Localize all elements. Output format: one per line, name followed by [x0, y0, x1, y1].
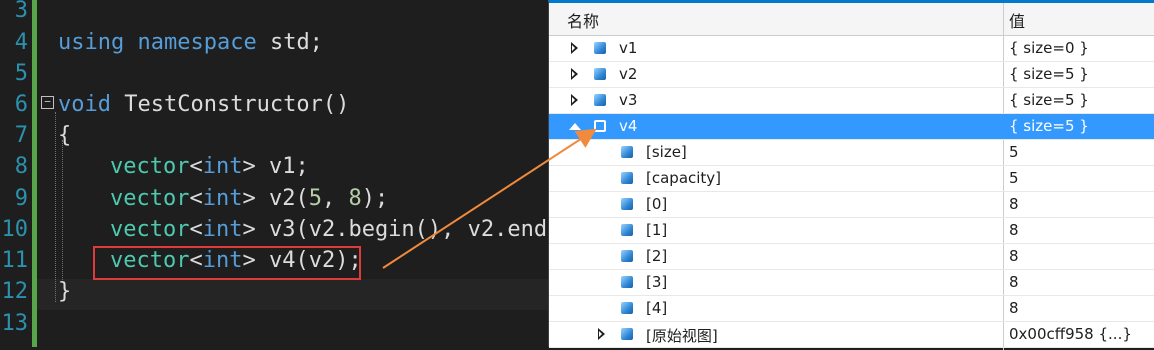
variable-icon: [594, 68, 606, 80]
line-number: 12: [1, 279, 29, 304]
code-line-9[interactable]: vector<int> v2(5, 8);: [110, 183, 388, 214]
current-line-highlight: [37, 279, 557, 310]
code-line-12[interactable]: }: [58, 276, 71, 307]
expand-arrow-icon[interactable]: [598, 328, 605, 340]
watch-name: v4: [619, 117, 638, 135]
variable-icon: [621, 146, 633, 158]
line-number: 9: [14, 186, 28, 211]
line-number: 6: [14, 92, 28, 117]
variable-icon: [594, 94, 606, 106]
watch-value[interactable]: 8: [1009, 221, 1019, 239]
line-number: 5: [14, 61, 28, 86]
minus-icon: −: [44, 95, 51, 108]
watch-value[interactable]: { size=5 }: [1009, 91, 1089, 109]
variable-icon: [594, 42, 606, 54]
watch-name: [原始视图]: [646, 327, 718, 345]
watch-row-index-1[interactable]: [1] 8: [549, 218, 1154, 244]
line-number: 7: [14, 123, 28, 148]
line-number: 3: [14, 0, 28, 23]
annotation-highlight-box: [93, 246, 361, 280]
variable-icon: [621, 250, 633, 262]
watch-row-index-4[interactable]: [4] 8: [549, 296, 1154, 322]
watch-value[interactable]: 8: [1009, 273, 1019, 291]
collapse-toggle[interactable]: −: [41, 96, 54, 109]
watch-row-v4[interactable]: v4 { size=5 }: [549, 114, 1154, 140]
watch-name: v3: [619, 91, 638, 109]
watch-name: [2]: [646, 247, 668, 265]
watch-value[interactable]: 8: [1009, 247, 1019, 265]
expand-arrow-icon[interactable]: [571, 94, 578, 106]
watch-row-index-0[interactable]: [0] 8: [549, 192, 1154, 218]
watch-value[interactable]: 5: [1009, 169, 1019, 187]
watch-name: v2: [619, 65, 638, 83]
watch-row-capacity[interactable]: [capacity] 5: [549, 166, 1154, 192]
variable-icon: [621, 302, 633, 314]
watch-row-v2[interactable]: v2 { size=5 }: [549, 62, 1154, 88]
variable-icon: [621, 198, 633, 210]
code-line-10[interactable]: vector<int> v3(v2.begin(), v2.end(: [110, 214, 560, 245]
variable-icon: [621, 276, 633, 288]
watch-row-v1[interactable]: v1 { size=0 }: [549, 36, 1154, 62]
expand-arrow-icon[interactable]: [571, 68, 578, 80]
watch-row-raw-view[interactable]: [原始视图] 0x00cff958 {...}: [549, 322, 1154, 348]
watch-value[interactable]: { size=5 }: [1009, 117, 1089, 135]
expand-arrow-icon[interactable]: [571, 42, 578, 54]
watch-name: [size]: [646, 143, 687, 161]
watch-row-index-2[interactable]: [2] 8: [549, 244, 1154, 270]
watch-row-size[interactable]: [size] 5: [549, 140, 1154, 166]
column-header-name[interactable]: 名称: [567, 8, 599, 32]
watch-header: 名称 值: [549, 3, 1154, 36]
variable-icon: [594, 120, 606, 132]
watch-value[interactable]: { size=5 }: [1009, 65, 1089, 83]
code-line-4[interactable]: using namespace std;: [58, 27, 323, 58]
variable-icon: [621, 328, 633, 340]
watch-name: [3]: [646, 273, 668, 291]
line-number: 8: [14, 154, 28, 179]
watch-row-index-3[interactable]: [3] 8: [549, 270, 1154, 296]
code-line-7[interactable]: {: [58, 120, 71, 151]
watch-value[interactable]: { size=0 }: [1009, 39, 1089, 57]
line-number: 11: [1, 248, 29, 273]
line-number: 4: [14, 30, 28, 55]
indent-guide: [62, 140, 63, 280]
watch-name: v1: [619, 39, 638, 57]
code-line-6[interactable]: void TestConstructor(): [58, 89, 349, 120]
watch-value[interactable]: 8: [1009, 299, 1019, 317]
code-line-8[interactable]: vector<int> v1;: [110, 151, 309, 182]
watch-window[interactable]: 名称 值 v1 { size=0 } v2 { size=5 } v3 { si…: [548, 0, 1154, 350]
watch-name: [4]: [646, 299, 668, 317]
line-number: 13: [1, 311, 29, 336]
line-number-gutter: 3 4 5 6 7 8 9 10 11 12 13: [0, 0, 32, 347]
watch-value[interactable]: 8: [1009, 195, 1019, 213]
variable-icon: [621, 172, 633, 184]
variable-icon: [621, 224, 633, 236]
watch-value[interactable]: 0x00cff958 {...}: [1009, 325, 1132, 343]
watch-name: [1]: [646, 221, 668, 239]
watch-name: [0]: [646, 195, 668, 213]
scope-guide: [55, 112, 56, 302]
collapse-arrow-icon[interactable]: [569, 123, 581, 130]
watch-value[interactable]: 5: [1009, 143, 1019, 161]
line-number: 10: [1, 217, 29, 242]
watch-row-v3[interactable]: v3 { size=5 }: [549, 88, 1154, 114]
column-header-value[interactable]: 值: [1009, 8, 1025, 32]
watch-name: [capacity]: [646, 169, 722, 187]
